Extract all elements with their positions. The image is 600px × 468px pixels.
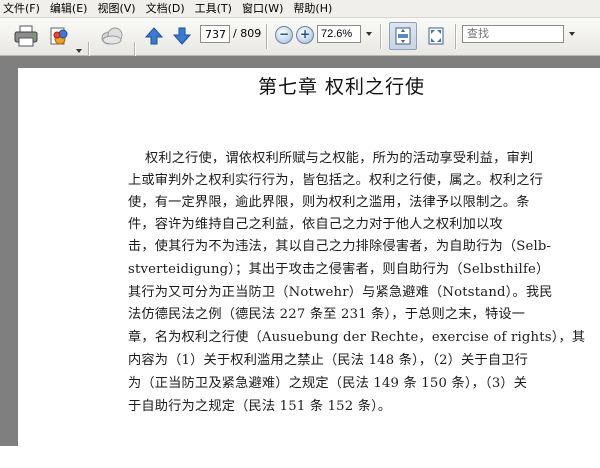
menu-edit[interactable]: 编辑(E) [45, 0, 93, 17]
page-total: / 809 [233, 27, 262, 40]
menu-window[interactable]: 窗口(W) [237, 0, 288, 17]
menu-help[interactable]: 帮助(H) [288, 0, 337, 17]
text-line: 权利之行使，谓依权利所赋与之权能，所为的活动享受利益，审判 [145, 151, 534, 166]
zoom-out-icon: − [278, 27, 290, 41]
text-line: 上或审判外之权利实行行为，皆包括之。权利之行使，属之。权利之行 [128, 173, 544, 188]
text-line: 击，使其行为不为违法，其以自己之力排除侵害者，为自助行为（Selb- [128, 239, 552, 254]
prev-page-icon [144, 27, 164, 45]
share-button[interactable] [98, 24, 126, 48]
zoom-out-button[interactable]: − [275, 26, 293, 44]
menu-view[interactable]: 视图(V) [92, 0, 140, 17]
open-button[interactable] [46, 24, 72, 48]
search-input[interactable] [462, 25, 564, 43]
text-line: 法仿德民法之例（德民法 227 条至 231 条），于总则之末，特设一 [128, 307, 526, 322]
fit-page-icon [395, 27, 411, 45]
text-line: 其行为又可分为正当防卫（Notwehr）与紧急避难（Notstand）。我民 [128, 285, 553, 300]
text-line: 于自助行为之规定（民法 151 条 152 条）。 [128, 399, 392, 414]
zoom-in-icon: + [299, 27, 311, 41]
search-dropdown-icon[interactable] [569, 32, 575, 36]
menu-file[interactable]: 文件(F) [0, 0, 45, 17]
cloud-icon [101, 27, 123, 45]
full-screen-button[interactable] [424, 24, 448, 48]
text-line: 章，名为权利之行使（Ausuebung der Rechte，exercise … [128, 330, 586, 345]
text-line: 件，容许为维持自己之利益，依自己之力对于他人之权利加以攻 [128, 217, 503, 232]
menu-tools[interactable]: 工具(T) [190, 0, 237, 17]
toolbar-separator [455, 24, 456, 49]
toolbar-separator [380, 24, 381, 49]
prev-page-button[interactable] [143, 24, 165, 48]
print-icon [14, 25, 38, 47]
toolbar-separator [266, 24, 267, 49]
menu-document[interactable]: 文档(D) [141, 0, 190, 17]
full-screen-icon [428, 27, 444, 45]
chapter-title: 第七章 权利之行使 [258, 76, 426, 98]
page-number-input[interactable] [200, 25, 230, 43]
zoom-input[interactable] [317, 25, 361, 43]
zoom-dropdown-icon[interactable] [366, 32, 372, 36]
text-line: 为（正当防卫及紧急避难）之规定（民法 149 条 150 条），（3）关 [128, 376, 528, 391]
text-line: 内容为（1）关于权利滥用之禁止（民法 148 条），（2）关于自卫行 [128, 353, 528, 368]
next-page-button[interactable] [171, 24, 193, 48]
open-dropdown-icon[interactable] [76, 49, 82, 53]
next-page-icon [172, 27, 192, 45]
open-icon [50, 27, 68, 45]
text-line: stverteidigung）；其出于攻击之侵害者，则自助行为（Selbsthi… [128, 262, 550, 277]
print-button[interactable] [13, 24, 39, 48]
fit-page-button[interactable] [389, 22, 417, 50]
menu-bar: 文件(F) 编辑(E) 视图(V) 文档(D) 工具(T) 窗口(W) 帮助(H… [0, 0, 600, 18]
text-line: 使，有一定界限，逾此界限，则为权利之滥用，法律予以限制之。条 [128, 195, 530, 210]
zoom-in-button[interactable]: + [296, 26, 314, 44]
